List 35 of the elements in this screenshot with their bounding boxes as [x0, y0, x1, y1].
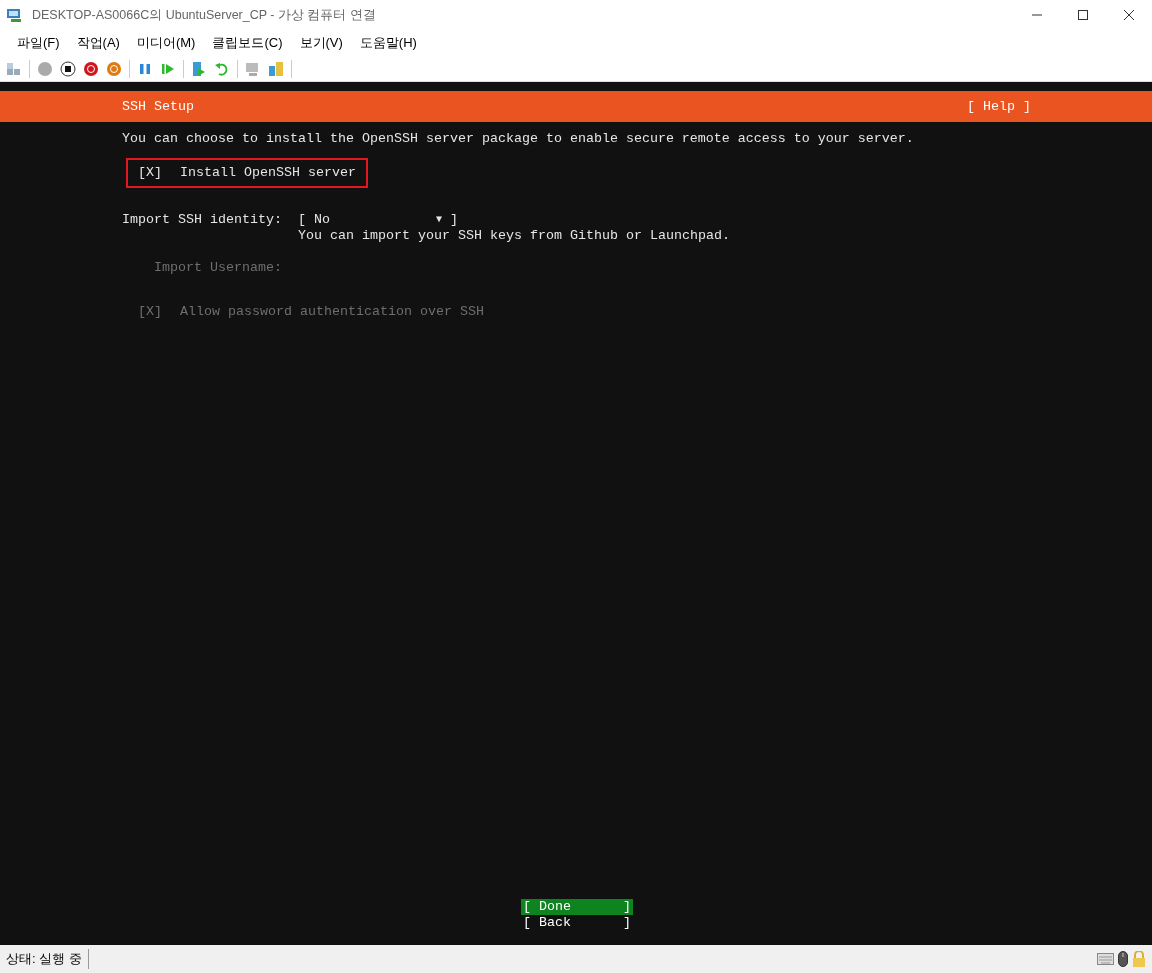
- lock-icon: [1132, 951, 1146, 967]
- undo-icon[interactable]: [214, 60, 230, 77]
- server-icon[interactable]: [268, 60, 284, 77]
- windows-icon[interactable]: [6, 60, 22, 77]
- window-title: DESKTOP-AS0066C의 UbuntuServer_CP - 가상 컴퓨터 연결: [32, 6, 376, 24]
- menu-item[interactable]: 클립보드(C): [205, 33, 290, 53]
- menu-item[interactable]: 파일(F): [10, 33, 67, 53]
- menu-item[interactable]: 미디어(M): [129, 33, 203, 53]
- status-text: 상태: 실행 중: [6, 949, 89, 969]
- snapshot-icon[interactable]: [191, 60, 207, 77]
- menu-item[interactable]: 작업(A): [69, 33, 127, 53]
- console-button[interactable]: [ Done ]: [521, 899, 633, 915]
- option-label: Install OpenSSH server: [180, 165, 356, 181]
- mouse-icon: [1118, 951, 1128, 967]
- close-icon: [1124, 10, 1134, 20]
- menu-item[interactable]: 도움말(H): [352, 33, 424, 53]
- menu-item[interactable]: 보기(V): [292, 33, 350, 53]
- checkbox[interactable]: [X]: [138, 165, 162, 181]
- power-icon[interactable]: [37, 60, 53, 77]
- option-label: Allow password authentication over SSH: [180, 304, 484, 320]
- identity-hint: You can import your SSH keys from Github or Launchpad.: [298, 228, 730, 244]
- keyboard-icon: [1097, 953, 1114, 965]
- console-button[interactable]: [ Back ]: [521, 915, 633, 931]
- identity-label: Import SSH identity:: [122, 212, 283, 229]
- shutdown-icon[interactable]: [83, 60, 99, 77]
- intro-text: You can choose to install the OpenSSH server package to enable secure remote access to your server.: [121, 131, 914, 147]
- help-button[interactable]: [ Help ]: [967, 98, 1031, 115]
- username-label: Import Username:: [154, 260, 282, 276]
- identity-dropdown[interactable]: [ No ▼ ]: [298, 212, 458, 228]
- header-title: SSH Setup: [122, 98, 194, 115]
- power-icon[interactable]: [106, 60, 122, 77]
- maximize-icon: [1078, 10, 1088, 20]
- computer-icon[interactable]: [245, 60, 261, 77]
- stop-icon[interactable]: [60, 60, 76, 77]
- computer-icon: [6, 7, 24, 23]
